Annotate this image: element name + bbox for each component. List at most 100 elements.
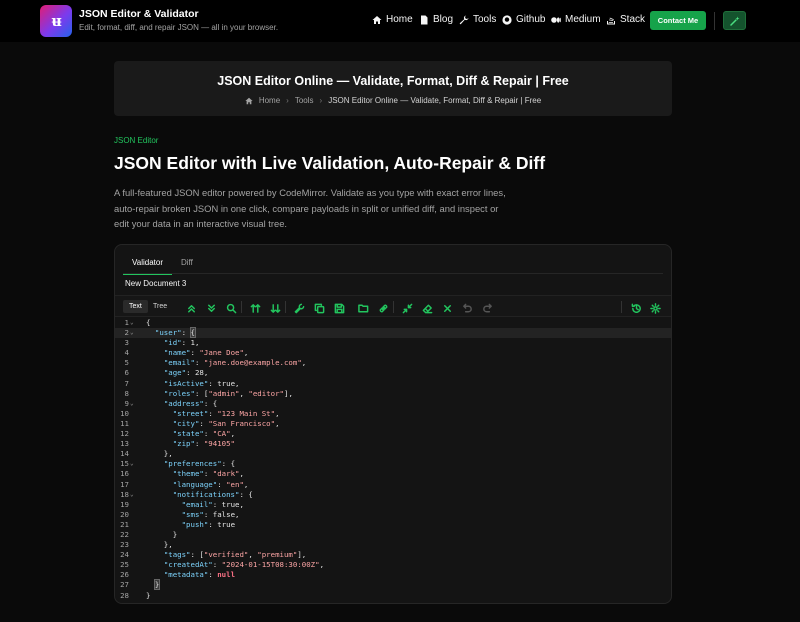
brand-title[interactable]: JSON Editor & Validator bbox=[79, 8, 199, 20]
settings-button[interactable] bbox=[650, 301, 661, 314]
code-line: 2 ⌄ "user": { bbox=[115, 327, 671, 339]
breadcrumb-tools[interactable]: Tools bbox=[295, 96, 314, 105]
minify-button[interactable] bbox=[402, 301, 413, 314]
medium-icon bbox=[551, 16, 561, 23]
code-line: 19 "email": true, bbox=[120, 499, 244, 509]
nav-medium[interactable]: Medium bbox=[551, 14, 601, 25]
home-icon bbox=[245, 97, 253, 104]
page-title: JSON Editor Online — Validate, Format, D… bbox=[217, 74, 569, 88]
nav-home[interactable]: Home bbox=[372, 14, 413, 25]
nav-github-label: Github bbox=[516, 14, 546, 25]
open-file-button[interactable] bbox=[358, 301, 369, 313]
code-line: 3 "id": 1, bbox=[124, 338, 200, 348]
document-icon bbox=[421, 15, 428, 24]
top-navigation-bar: ᵼᵻ JSON Editor & Validator Edit, format,… bbox=[0, 0, 800, 42]
code-line: 15 ⌄ "preferences": { bbox=[120, 459, 236, 469]
theme-toggle-button[interactable] bbox=[723, 11, 746, 30]
app-logo[interactable]: ᵼᵻ bbox=[40, 5, 72, 37]
page-header-card: JSON Editor Online — Validate, Format, D… bbox=[114, 61, 672, 116]
nav-blog[interactable]: Blog bbox=[419, 14, 453, 25]
tabs-divider bbox=[123, 273, 663, 274]
section-description: A full-featured JSON editor powered by C… bbox=[114, 187, 506, 230]
nav-blog-label: Blog bbox=[433, 14, 454, 25]
save-icon bbox=[334, 303, 345, 314]
code-line: 11 "city": "San Francisco", bbox=[120, 418, 280, 428]
collapse-all-button[interactable] bbox=[206, 301, 217, 312]
search-button[interactable] bbox=[226, 301, 237, 314]
code-line: 5 "email": "jane.doe@example.com", bbox=[124, 358, 307, 368]
code-editor[interactable]: 1 ⌄{ 2 ⌄ "user": { 3 "id": 1, 4 "name": "J… bbox=[115, 318, 671, 601]
code-line: 12 "state": "CA", bbox=[120, 429, 236, 439]
fold-chevron-icon: ⌄ bbox=[130, 329, 134, 337]
code-line: 13 "zip": "94105" bbox=[120, 439, 236, 449]
repair-button[interactable] bbox=[294, 301, 305, 314]
code-line: 1 ⌄{ bbox=[124, 318, 151, 327]
nav-stack[interactable]: Stack bbox=[606, 14, 645, 25]
fold-chevron-icon: ⌄ bbox=[130, 460, 134, 468]
code-line: 8 "roles": ["admin", "editor"], bbox=[124, 388, 293, 398]
expand-all-button[interactable] bbox=[186, 301, 197, 313]
gear-icon bbox=[650, 303, 661, 314]
folder-icon bbox=[358, 304, 369, 313]
code-line: 26 "metadata": null bbox=[120, 570, 236, 580]
nav-medium-label: Medium bbox=[565, 14, 601, 25]
sort-ascending-button[interactable] bbox=[250, 301, 261, 313]
toolbar-divider bbox=[241, 301, 242, 313]
clear-button[interactable] bbox=[422, 301, 433, 314]
nav-github[interactable]: Github bbox=[502, 14, 545, 25]
chevron-right-icon: › bbox=[319, 96, 323, 105]
document-name[interactable]: New Document 3 bbox=[125, 279, 186, 288]
close-icon bbox=[444, 305, 451, 312]
copy-button[interactable] bbox=[314, 301, 325, 314]
chevrons-down-icon bbox=[208, 304, 215, 312]
save-button[interactable] bbox=[334, 301, 345, 314]
tab-diff[interactable]: Diff bbox=[172, 255, 202, 275]
mode-tree-button[interactable]: Tree bbox=[147, 300, 173, 313]
code-line: 22 } bbox=[120, 529, 178, 539]
magic-wand-icon bbox=[729, 16, 739, 26]
sort-up-icon bbox=[250, 304, 261, 313]
code-line: 6 "age": 28, bbox=[124, 368, 209, 378]
section-eyebrow: JSON Editor bbox=[114, 136, 159, 145]
undo-icon bbox=[463, 303, 472, 313]
breadcrumb: Home › Tools › JSON Editor Online — Vali… bbox=[114, 96, 672, 105]
code-line: 10 "street": "123 Main St", bbox=[120, 408, 280, 418]
github-icon bbox=[502, 14, 512, 25]
redo-button[interactable] bbox=[482, 301, 493, 313]
tab-validator[interactable]: Validator bbox=[123, 255, 172, 275]
redo-icon bbox=[483, 303, 492, 313]
history-button[interactable] bbox=[631, 301, 642, 313]
code-line: 18 ⌄ "notifications": { bbox=[120, 489, 253, 499]
toolbar-divider bbox=[285, 301, 286, 313]
nav-tools[interactable]: Tools bbox=[459, 14, 496, 25]
code-line: 7 "isActive": true, bbox=[124, 378, 240, 388]
code-line: 24 "tags": ["verified", "premium"], bbox=[120, 550, 307, 560]
mode-text-button[interactable]: Text bbox=[123, 300, 148, 313]
nav-stack-label: Stack bbox=[620, 14, 646, 25]
stack-icon bbox=[607, 17, 615, 24]
search-icon bbox=[226, 303, 237, 314]
toolbar-divider bbox=[393, 301, 394, 313]
code-line: 21 "push": true bbox=[120, 519, 236, 529]
eraser-icon bbox=[422, 304, 433, 314]
wrench-icon bbox=[294, 303, 305, 314]
editor-toolbar: Text Tree bbox=[115, 295, 671, 317]
undo-button[interactable] bbox=[462, 301, 473, 313]
sort-descending-button[interactable] bbox=[270, 301, 281, 313]
toolbar-divider bbox=[621, 301, 622, 313]
sort-down-icon bbox=[270, 304, 281, 313]
contact-me-button[interactable]: Contact Me bbox=[650, 11, 706, 30]
header-divider bbox=[714, 12, 715, 30]
fold-chevron-icon: ⌄ bbox=[130, 490, 134, 498]
close-button[interactable] bbox=[442, 301, 453, 312]
share-link-button[interactable] bbox=[378, 301, 389, 313]
code-line: 27 } bbox=[120, 579, 161, 591]
fold-chevron-icon: ⌄ bbox=[130, 399, 134, 407]
breadcrumb-current: JSON Editor Online — Validate, Format, D… bbox=[328, 96, 542, 105]
editor-tabs: Validator Diff bbox=[123, 255, 202, 275]
breadcrumb-home[interactable]: Home bbox=[259, 96, 280, 105]
code-line: 4 "name": "Jane Doe", bbox=[124, 348, 249, 358]
compress-icon bbox=[402, 303, 413, 314]
home-icon bbox=[372, 15, 382, 24]
wrench-icon bbox=[459, 15, 469, 24]
